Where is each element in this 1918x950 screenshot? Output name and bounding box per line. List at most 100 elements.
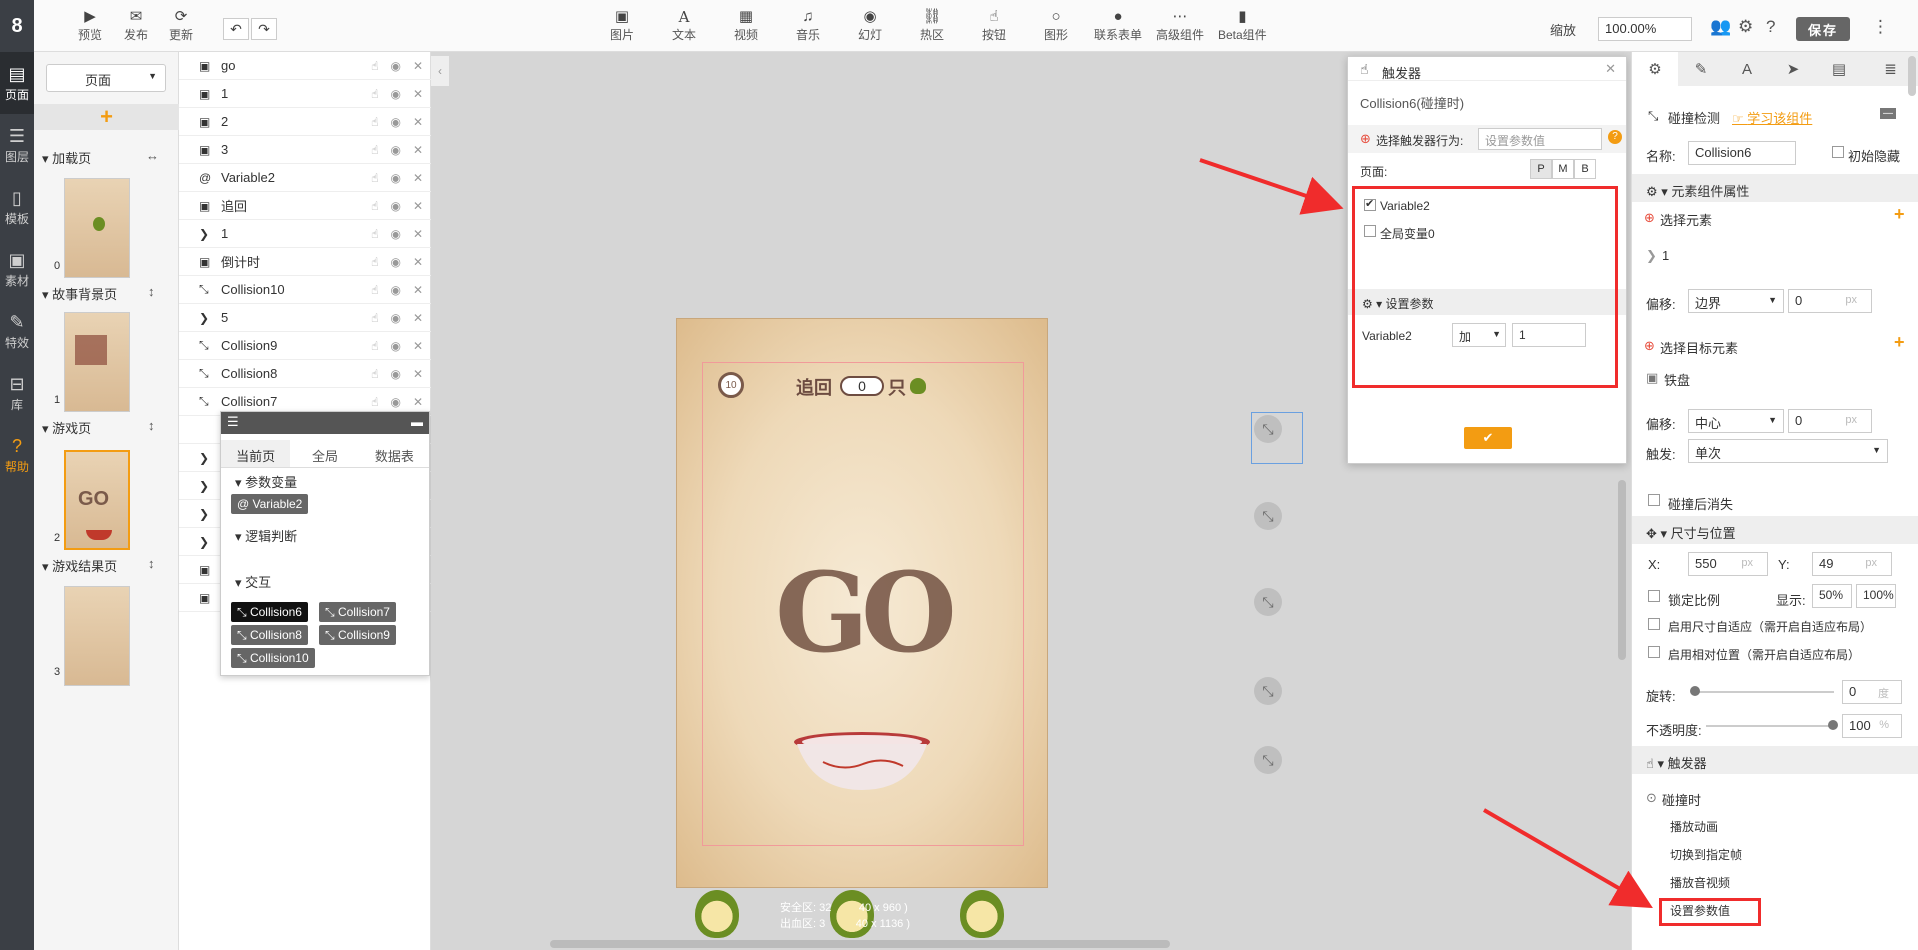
variable-tag[interactable]: @ Variable2 [231,494,309,514]
tab-style[interactable]: ✎ [1678,52,1724,86]
add-target-button[interactable]: + [1894,332,1905,353]
page-p-button[interactable]: P [1530,159,1552,179]
help-icon[interactable]: ? [1608,130,1622,144]
resize-vertical-icon[interactable]: ↕ [148,418,155,433]
trigger-mode-select[interactable]: 单次 ▼ [1688,439,1888,463]
eye-icon[interactable]: ◉ [390,367,400,381]
tab-datatable[interactable]: 数据表 [360,440,429,467]
add-page-button[interactable]: + [34,104,179,130]
insert-video-button[interactable]: ▦ 视频 [734,8,758,43]
collision-marker[interactable]: ⤡ [1254,746,1282,774]
lock-ratio-checkbox[interactable] [1648,590,1660,602]
action-play-media[interactable]: 播放音视频 [1670,874,1730,891]
resize-horizontal-icon[interactable]: ↔ [146,148,159,163]
layer-row[interactable]: ▣ 2 ☝ ◉ ✕ [179,108,431,136]
sidebar-item-library[interactable]: ⊟ 库 [0,362,34,424]
eye-icon[interactable]: ◉ [390,395,400,409]
hand-icon[interactable]: ☝ [371,367,378,381]
opacity-slider-handle[interactable] [1828,720,1838,730]
layer-row[interactable]: ⤡ Collision9 ☝ ◉ ✕ [179,332,431,360]
close-icon[interactable]: ✕ [1605,61,1616,77]
close-icon[interactable]: ✕ [413,367,423,381]
gear-icon[interactable]: ⚙ [1738,17,1753,37]
insert-button-button[interactable]: ☝ 按钮 [982,8,1006,43]
update-button[interactable]: ⟳ 更新 [169,8,193,43]
insert-form-button[interactable]: ● 联系表单 [1094,8,1142,43]
layer-row[interactable]: ❯ 1 ☝ ◉ ✕ [179,220,431,248]
close-icon[interactable]: ✕ [413,199,423,213]
section-size-position[interactable]: ✥ ▾ 尺寸与位置 [1632,516,1918,544]
tab-animation[interactable]: ➤ [1770,52,1816,86]
more-vertical-icon[interactable]: ⋮ [1872,17,1889,37]
beta-components-button[interactable]: ▮ Beta组件 [1218,8,1267,43]
tab-document[interactable]: ▤ [1816,52,1862,86]
behavior-select[interactable]: 设置参数值 [1478,128,1602,150]
name-input[interactable]: Collision6 [1688,141,1796,165]
action-play-animation[interactable]: 播放动画 [1670,818,1718,835]
close-icon[interactable]: ✕ [413,395,423,409]
tab-text[interactable]: A [1724,52,1770,86]
eye-icon[interactable]: ◉ [390,171,400,185]
sidebar-item-effects[interactable]: ✎ 特效 [0,300,34,362]
hand-icon[interactable]: ☝ [371,395,378,409]
collapse-panel-button[interactable]: ‹ [431,56,449,86]
collision-tag[interactable]: ⤡ Collision10 [231,648,315,668]
section-logic[interactable]: ▾ 逻辑判断 [235,526,297,545]
resize-vertical-icon[interactable]: ↕ [148,284,155,299]
zoom-input[interactable]: 100.00% [1598,17,1692,41]
eye-icon[interactable]: ◉ [390,311,400,325]
eye-icon[interactable]: ◉ [390,339,400,353]
hand-icon[interactable]: ☝ [371,339,378,353]
auto-size-checkbox[interactable] [1648,618,1660,630]
eye-icon[interactable]: ◉ [390,143,400,157]
page-group-title[interactable]: ▾ 游戏页 [42,418,91,437]
section-element-attrs[interactable]: ⚙ ▾ 元素组件属性 [1632,174,1918,202]
close-icon[interactable]: ✕ [413,143,423,157]
vertical-scrollbar[interactable] [1618,480,1626,660]
layer-row[interactable]: ▣ go ☝ ◉ ✕ [179,52,431,80]
offset-mode-select[interactable]: 边界 ▼ [1688,289,1784,313]
initial-hidden-checkbox[interactable] [1832,146,1844,158]
offset-value-input[interactable]: 0 px [1788,409,1872,433]
eye-icon[interactable]: ◉ [390,199,400,213]
sidebar-item-assets[interactable]: ▣ 素材 [0,238,34,300]
layer-row[interactable]: ▣ 3 ☝ ◉ ✕ [179,136,431,164]
page-group-title[interactable]: ▾ 加载页 [42,148,91,167]
close-icon[interactable]: ✕ [413,59,423,73]
layer-row[interactable]: ⤡ Collision10 ☝ ◉ ✕ [179,276,431,304]
hand-icon[interactable]: ☝ [371,59,378,73]
close-icon[interactable]: ✕ [413,87,423,101]
preview-button[interactable]: ▶ 预览 [78,8,102,43]
undo-button[interactable]: ↶ [223,18,249,40]
x-input[interactable]: 550 px [1688,552,1768,576]
hand-icon[interactable]: ☝ [371,255,378,269]
layer-row[interactable]: ▣ 追回 ☝ ◉ ✕ [179,192,431,220]
close-icon[interactable]: ✕ [413,255,423,269]
sidebar-item-help[interactable]: ? 帮助 [0,424,34,486]
opacity-input[interactable]: 100% [1842,714,1902,738]
confirm-button[interactable]: ✔ [1464,427,1512,449]
page-thumbnail-selected[interactable]: GO [64,450,130,550]
offset-mode-select[interactable]: 中心 ▼ [1688,409,1784,433]
hand-icon[interactable]: ☝ [371,115,378,129]
page-thumbnail[interactable] [64,586,130,686]
close-icon[interactable]: ✕ [413,339,423,353]
collision-tag[interactable]: ⤡ Collision6 [231,602,308,622]
section-trigger[interactable]: ☝ ▾ 触发器 [1632,746,1918,774]
bowl-image[interactable] [793,732,931,792]
page-b-button[interactable]: B [1574,159,1596,179]
advanced-components-button[interactable]: ⋯ 高级组件 [1156,8,1204,43]
layer-row[interactable]: @ Variable2 ☝ ◉ ✕ [179,164,431,192]
save-button[interactable]: 保存 [1796,17,1850,41]
publish-button[interactable]: ✉ 发布 [124,8,148,43]
sidebar-item-templates[interactable]: ▯ 模板 [0,176,34,238]
close-icon[interactable]: ✕ [413,227,423,241]
hand-icon[interactable]: ☝ [371,199,378,213]
action-goto-frame[interactable]: 切换到指定帧 [1670,846,1742,863]
rotate-input[interactable]: 0度 [1842,680,1902,704]
rotate-slider-track[interactable] [1694,691,1834,693]
selected-element[interactable]: 1 [1662,248,1669,263]
insert-hotspot-button[interactable]: ⛓ 热区 [920,8,944,43]
eye-icon[interactable]: ◉ [390,59,400,73]
sidebar-item-pages[interactable]: ▤ 页面 [0,52,34,114]
